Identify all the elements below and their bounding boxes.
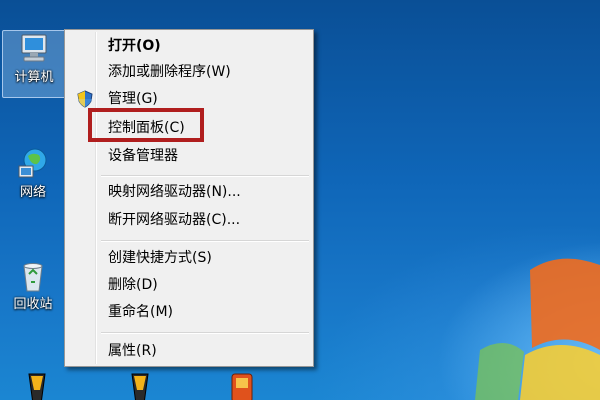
desktop-icon-recycle-bin[interactable]: 回收站 [2, 258, 64, 313]
menu-item-create-shortcut[interactable]: 创建快捷方式(S) [68, 247, 310, 269]
desktop-icon-label: 回收站 [13, 297, 53, 312]
program-shortcut-icon [224, 370, 260, 400]
desktop-icon-shortcut[interactable] [120, 370, 160, 400]
menu-item-label: 映射网络驱动器(N)... [108, 184, 241, 200]
menu-item-add-remove-programs[interactable]: 添加或删除程序(W) [68, 61, 310, 83]
menu-item-label: 设备管理器 [108, 148, 178, 164]
menu-item-label: 删除(D) [108, 277, 158, 293]
desktop-icon-computer[interactable]: 计算机 [2, 30, 66, 98]
windows-logo-wallpaper [475, 258, 600, 400]
menu-item-label: 打开(O) [108, 38, 161, 54]
menu-item-disconnect-network-drive[interactable]: 断开网络驱动器(C)... [68, 209, 310, 231]
shield-icon [76, 90, 94, 108]
program-shortcut-icon [122, 370, 158, 400]
desktop[interactable]: 计算机 网络 回收站 打开(O) 添加或删除程序(W) 管理(G) 控制面板(C… [0, 0, 600, 400]
network-icon [15, 146, 51, 182]
menu-item-map-network-drive[interactable]: 映射网络驱动器(N)... [68, 181, 310, 203]
menu-separator [101, 175, 309, 177]
menu-item-label: 添加或删除程序(W) [108, 64, 231, 80]
menu-item-label: 重命名(M) [108, 304, 174, 320]
menu-item-label: 管理(G) [108, 91, 158, 107]
desktop-icon-label: 网络 [19, 185, 46, 200]
menu-separator [101, 332, 309, 334]
desktop-icon-shortcut[interactable] [222, 370, 262, 400]
menu-item-label: 属性(R) [108, 343, 157, 359]
menu-item-properties[interactable]: 属性(R) [68, 340, 310, 362]
menu-item-manage[interactable]: 管理(G) [68, 88, 310, 110]
menu-item-device-manager[interactable]: 设备管理器 [68, 145, 310, 167]
computer-icon [16, 31, 52, 67]
menu-item-delete[interactable]: 删除(D) [68, 274, 310, 296]
menu-separator [101, 240, 309, 242]
desktop-icon-network[interactable]: 网络 [2, 146, 64, 201]
menu-item-label: 创建快捷方式(S) [108, 250, 212, 266]
recycle-bin-icon [15, 258, 51, 294]
menu-item-rename[interactable]: 重命名(M) [68, 301, 310, 323]
desktop-icon-shortcut[interactable] [17, 370, 57, 400]
desktop-icon-label: 计算机 [14, 70, 54, 85]
menu-item-open[interactable]: 打开(O) [68, 35, 310, 57]
context-menu: 打开(O) 添加或删除程序(W) 管理(G) 控制面板(C) 设备管理器 映射网… [64, 29, 314, 367]
menu-item-label: 断开网络驱动器(C)... [108, 212, 241, 228]
highlight-box [88, 108, 204, 142]
program-shortcut-icon [19, 370, 55, 400]
